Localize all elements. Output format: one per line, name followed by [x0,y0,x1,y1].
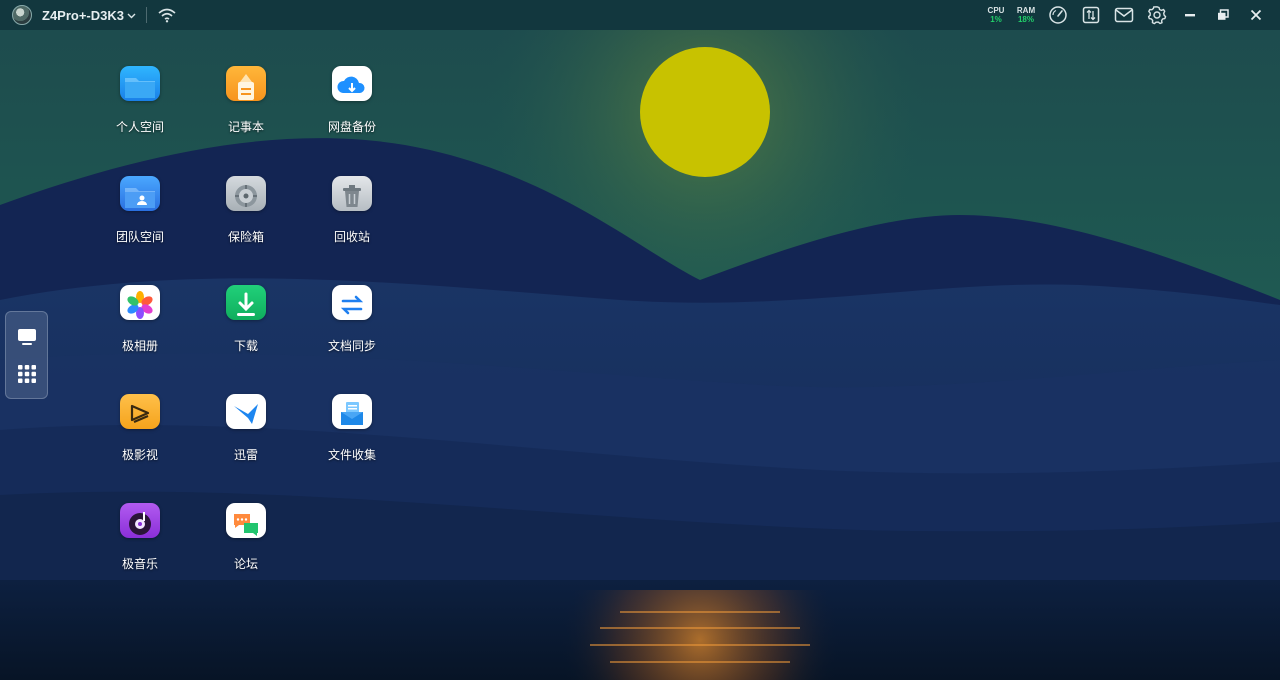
bird-icon [226,394,266,429]
app-recycle-bin[interactable]: 回收站 [307,155,397,245]
desktop: 个人空间 记事本 网盘备份 团队空间 保险箱 回收站 极相册 下载 文档同步 极… [0,0,1280,680]
system-tools: CPU 1% RAM 18% [981,0,1280,30]
app-label: 论坛 [233,557,258,571]
cpu-value: 1% [990,15,1002,24]
app-doc-sync[interactable]: 文档同步 [307,264,397,354]
app-team-space[interactable]: 团队空间 [95,155,185,245]
app-cloud-backup[interactable]: 网盘备份 [307,45,397,135]
app-label: 下载 [233,339,258,353]
app-label: 文件收集 [327,448,376,462]
inbox-icon [332,394,372,429]
app-label: 极音乐 [121,557,158,571]
trash-icon [332,176,372,211]
safe-icon [226,176,266,211]
app-label: 极影视 [121,448,158,462]
app-label: 文档同步 [327,339,376,353]
app-notepad[interactable]: 记事本 [201,45,291,135]
divider [146,7,147,23]
sync-arrows-icon [332,285,372,320]
app-video[interactable]: 极影视 [95,373,185,463]
photo-flower-icon [120,285,160,320]
app-photo-album[interactable]: 极相册 [95,264,185,354]
app-label: 极相册 [121,339,158,353]
restore-icon[interactable] [1206,0,1239,30]
app-label: 个人空间 [115,120,164,134]
chat-bubbles-icon [226,503,266,538]
app-label: 团队空间 [115,230,164,244]
folder-icon [120,66,160,101]
gear-icon[interactable] [1140,0,1173,30]
notepad-icon [226,66,266,101]
speedometer-icon[interactable] [1041,0,1074,30]
app-label: 回收站 [333,230,370,244]
app-label: 迅雷 [233,448,258,462]
app-grid-icon[interactable] [12,359,42,389]
app-label: 网盘备份 [327,120,376,134]
cpu-label: CPU [987,6,1005,15]
app-forum[interactable]: 论坛 [201,482,291,572]
app-xunlei[interactable]: 迅雷 [201,373,291,463]
device-name: Z4Pro+-D3K3 [42,7,124,23]
app-personal-space[interactable]: 个人空间 [95,45,185,135]
device-avatar [12,5,32,25]
top-bar: Z4Pro+-D3K3 CPU 1% RAM 18% [0,0,1280,30]
transfer-icon[interactable] [1074,0,1107,30]
download-icon [226,285,266,320]
desktop-icon[interactable] [12,322,42,352]
app-music[interactable]: 极音乐 [95,482,185,572]
side-dock [5,311,48,399]
music-disc-icon [120,503,160,538]
app-safe-box[interactable]: 保险箱 [201,155,291,245]
cpu-stat: CPU 1% [981,6,1011,24]
ram-label: RAM [1016,6,1036,15]
chevron-down-icon [127,13,136,18]
minimize-icon[interactable] [1173,0,1206,30]
app-file-collect[interactable]: 文件收集 [307,373,397,463]
team-folder-icon [120,176,160,211]
mail-icon[interactable] [1107,0,1140,30]
cloud-download-icon [332,66,372,101]
ram-stat: RAM 18% [1011,6,1041,24]
app-label: 记事本 [227,120,264,134]
video-logo-icon [120,394,160,429]
ram-value: 18% [1017,15,1034,24]
wifi-icon[interactable] [157,7,177,23]
app-label: 保险箱 [227,230,264,244]
close-icon[interactable] [1239,0,1272,30]
device-switcher[interactable]: Z4Pro+-D3K3 [0,0,136,30]
app-download[interactable]: 下载 [201,264,291,354]
